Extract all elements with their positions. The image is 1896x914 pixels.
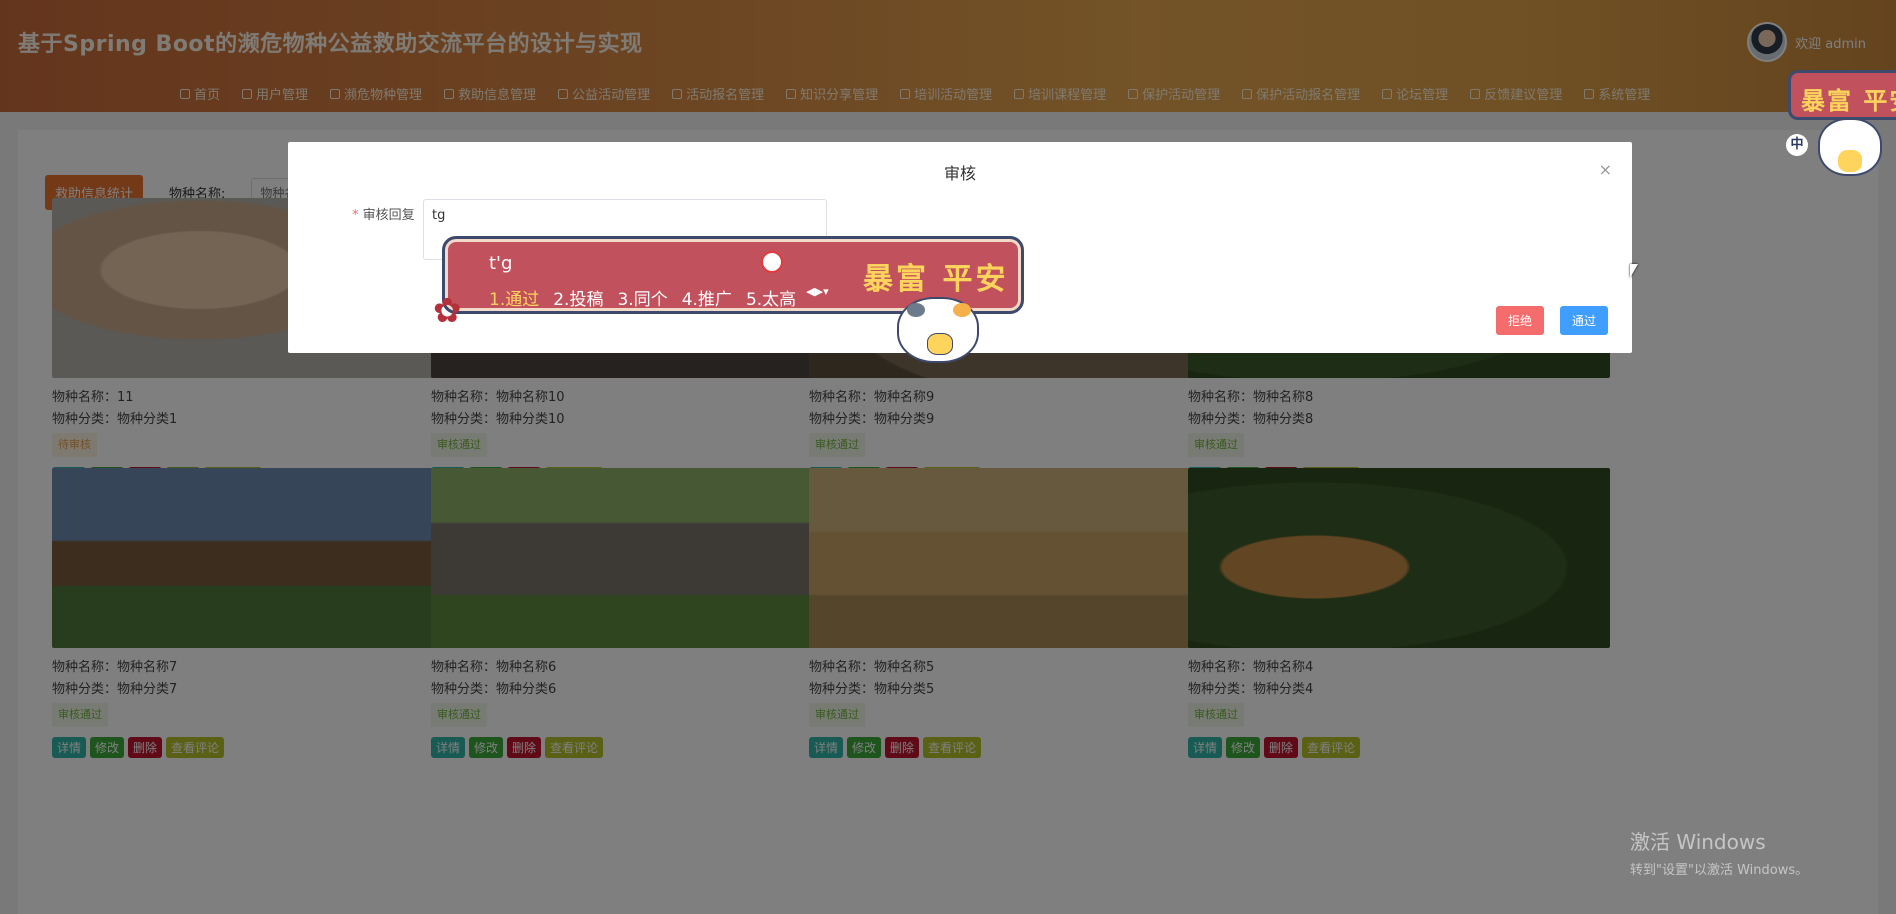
- ime-candidate-window: ✿ t'g 1.通过 2.投稿 3.同个 4.推广 5.太高 ◀▶▾ 暴富 平安: [433, 236, 1024, 363]
- required-mark: *: [352, 208, 359, 223]
- page-arrows-icon[interactable]: ◀▶▾: [806, 285, 828, 310]
- reject-button[interactable]: 拒绝: [1496, 306, 1545, 335]
- audit-reply-label: * 审核回复: [352, 204, 415, 223]
- corner-sign: 暴富 平安: [1788, 70, 1896, 120]
- ime-candidate[interactable]: 2.投稿: [553, 285, 603, 310]
- ime-skin-icon[interactable]: [761, 251, 783, 273]
- windows-activation-watermark: 激活 Windows 转到"设置"以激活 Windows。: [1630, 826, 1808, 878]
- modal-mask[interactable]: [0, 0, 1896, 914]
- bow-icon: ✿: [433, 291, 462, 331]
- ime-candidate[interactable]: 4.推广: [682, 285, 732, 310]
- watermark-title: 激活 Windows: [1630, 830, 1766, 854]
- close-icon[interactable]: ×: [1599, 160, 1612, 179]
- ime-candidate[interactable]: 1.通过: [489, 285, 539, 310]
- cat-mascot-icon: [897, 297, 979, 363]
- ime-candidate[interactable]: 5.太高: [746, 285, 796, 310]
- ime-composition: t'g: [489, 253, 513, 274]
- ime-candidates: 1.通过 2.投稿 3.同个 4.推广 5.太高 ◀▶▾: [489, 285, 829, 310]
- cat-mascot-icon: [1818, 118, 1882, 176]
- pass-button[interactable]: 通过: [1560, 306, 1609, 335]
- dialog-title: 审核: [943, 164, 976, 183]
- watermark-subtitle: 转到"设置"以激活 Windows。: [1630, 863, 1809, 878]
- input-mode-indicator[interactable]: 中: [1786, 134, 1808, 156]
- ime-candidate[interactable]: 3.同个: [617, 285, 667, 310]
- audit-reply-label-text: 审核回复: [362, 208, 415, 223]
- ime-brand-text: 暴富 平安: [863, 262, 1009, 297]
- ime-status-badge[interactable]: 暴富 平安 中: [1784, 66, 1896, 186]
- mouse-cursor-icon: [1630, 264, 1638, 278]
